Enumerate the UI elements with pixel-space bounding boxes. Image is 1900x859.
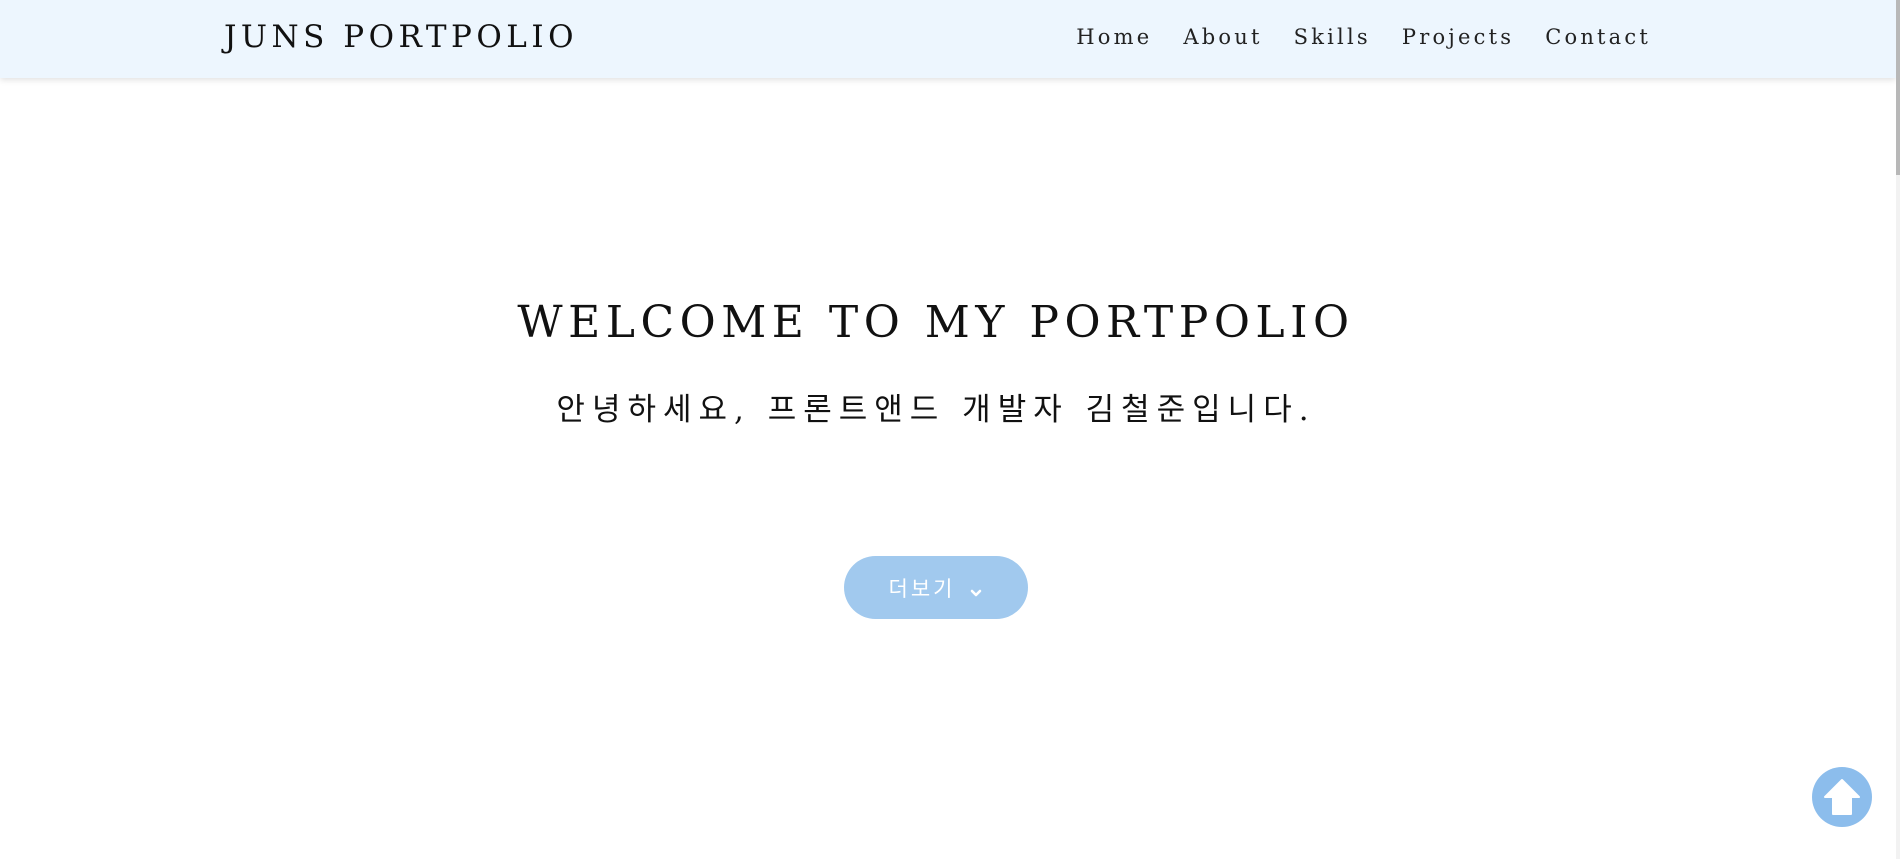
more-button-label: 더보기 bbox=[888, 576, 956, 601]
nav-link-contact[interactable]: Contact bbox=[1545, 22, 1651, 52]
scrollbar-thumb[interactable] bbox=[1896, 0, 1900, 175]
nav-link-projects[interactable]: Projects bbox=[1402, 22, 1514, 52]
nav-menu: Home About Skills Projects Contact bbox=[1076, 22, 1651, 52]
nav-link-skills[interactable]: Skills bbox=[1294, 22, 1371, 52]
hero-subtitle: 안녕하세요, 프론트앤드 개발자 김철준입니다. bbox=[556, 392, 1316, 428]
more-button[interactable]: 더보기 bbox=[844, 556, 1028, 619]
hero-section: WELCOME TO MY PORTPOLIO 안녕하세요, 프론트앤드 개발자… bbox=[0, 78, 1896, 859]
nav-link-home[interactable]: Home bbox=[1076, 22, 1152, 52]
scroll-to-top-button[interactable] bbox=[1812, 767, 1872, 827]
brand-logo[interactable]: JUNS PORTPOLIO bbox=[224, 18, 578, 56]
page-scrollbar[interactable] bbox=[1896, 0, 1900, 859]
hero-title: WELCOME TO MY PORTPOLIO bbox=[517, 297, 1355, 348]
chevron-down-icon bbox=[969, 581, 983, 596]
arrow-up-icon bbox=[1820, 775, 1864, 819]
navbar: JUNS PORTPOLIO Home About Skills Project… bbox=[0, 0, 1896, 78]
nav-link-about[interactable]: About bbox=[1183, 22, 1262, 52]
